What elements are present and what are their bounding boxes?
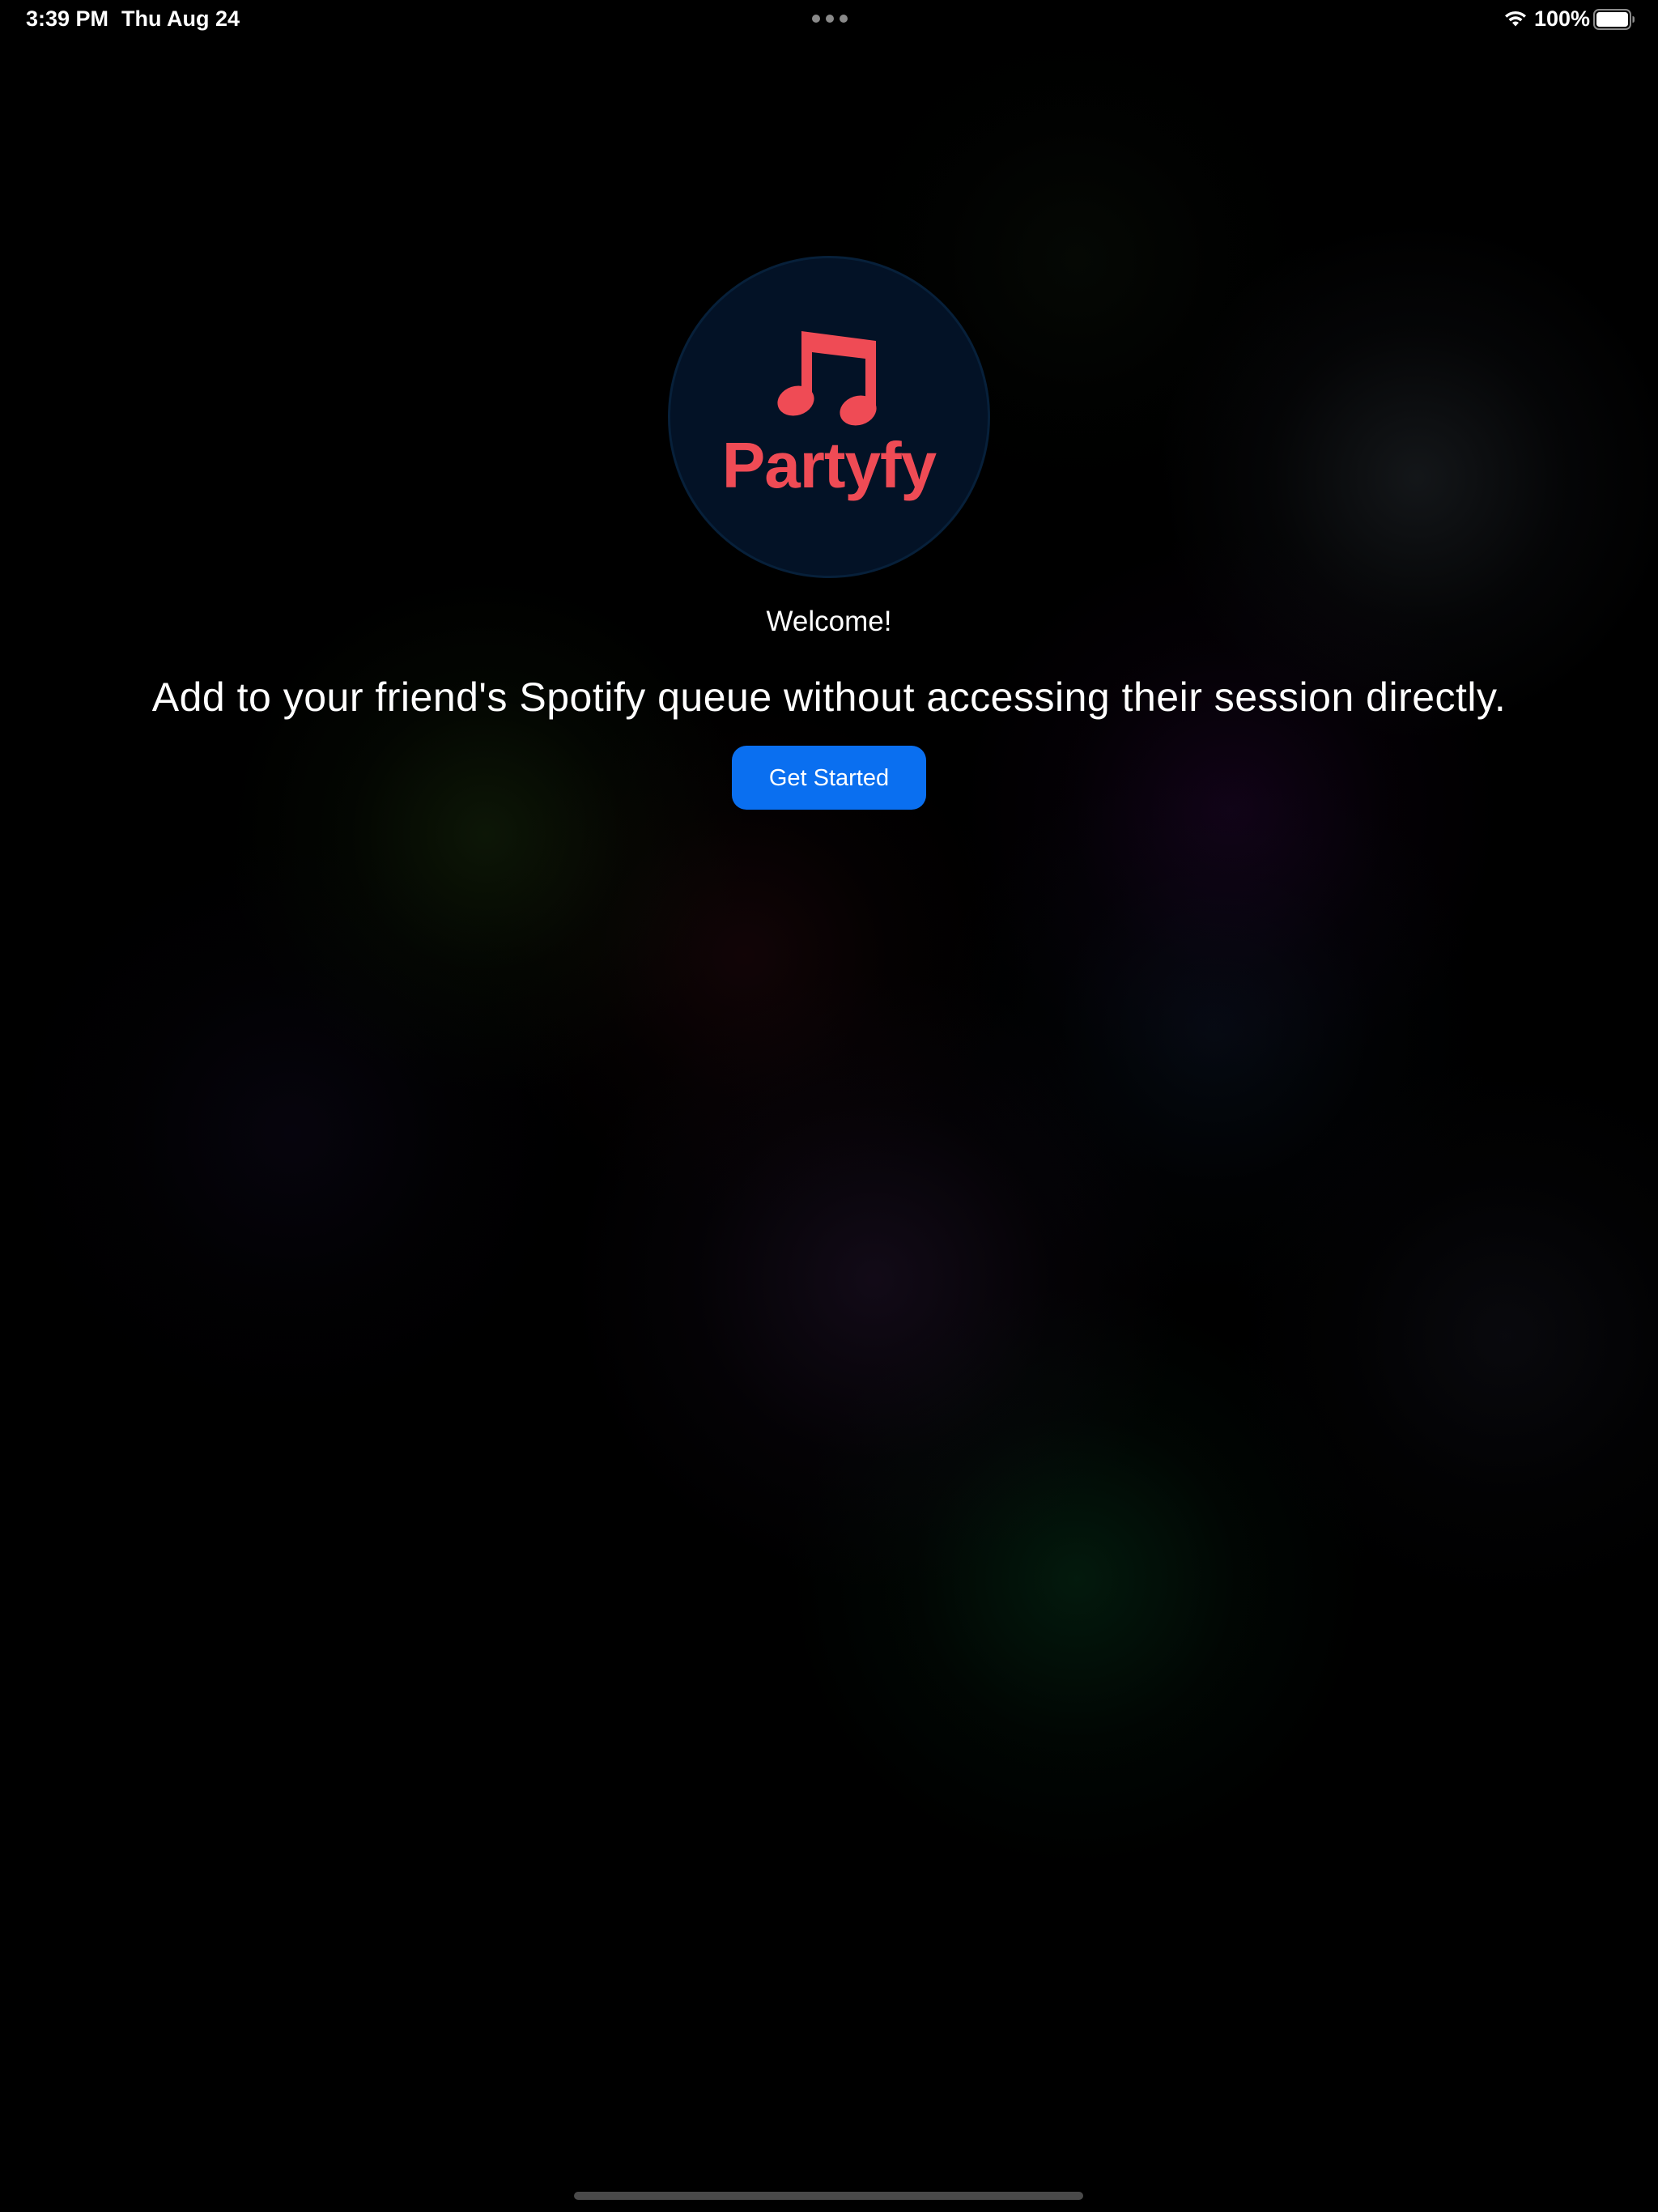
app-logo: Partyfy xyxy=(668,256,990,578)
battery-percent: 100% xyxy=(1534,6,1591,31)
home-indicator[interactable] xyxy=(574,2192,1083,2200)
welcome-screen: 3:39 PM Thu Aug 24 100% Partyfy Welcome!… xyxy=(0,0,1658,2212)
multitask-dots-icon[interactable] xyxy=(812,15,848,23)
music-note-icon xyxy=(777,331,877,426)
wifi-icon xyxy=(1505,11,1526,27)
status-bar: 3:39 PM Thu Aug 24 100% xyxy=(0,0,1658,39)
get-started-button[interactable]: Get Started xyxy=(732,746,926,810)
welcome-title: Welcome! xyxy=(766,606,892,637)
status-date: Thu Aug 24 xyxy=(121,6,240,31)
status-time: 3:39 PM xyxy=(26,6,109,31)
tagline: Add to your friend's Spotify queue witho… xyxy=(151,674,1507,720)
app-name: Partyfy xyxy=(721,429,937,501)
battery-icon xyxy=(1593,9,1635,30)
